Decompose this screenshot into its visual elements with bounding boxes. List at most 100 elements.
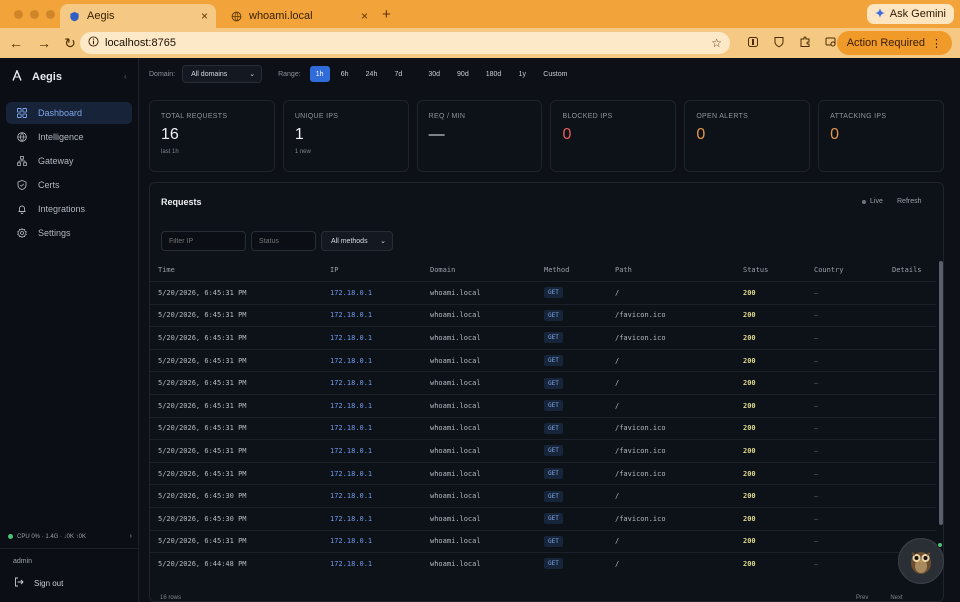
cell-time[interactable]: 5/20/2026, 6:45:31 PM xyxy=(150,311,330,319)
column-header[interactable]: Details xyxy=(892,266,936,274)
filter-ip-input[interactable] xyxy=(161,231,246,251)
range-custom-button[interactable]: Custom xyxy=(537,66,573,82)
live-toggle[interactable]: Live xyxy=(862,198,883,205)
cell-time[interactable]: 5/20/2026, 6:44:48 PM xyxy=(150,560,330,568)
cell-ip[interactable]: 172.18.0.1 xyxy=(330,311,430,319)
cell-ip[interactable]: 172.18.0.1 xyxy=(330,515,430,523)
close-tab-icon[interactable]: × xyxy=(201,9,208,23)
table-row[interactable]: 5/20/2026, 6:45:31 PM 172.18.0.1 whoami.lo… xyxy=(150,416,936,440)
maximize-window-button[interactable] xyxy=(46,10,55,19)
action-required-button[interactable]: Action Required ⋮ xyxy=(836,31,952,55)
sidebar-item-certs[interactable]: Certs xyxy=(6,174,132,196)
table-row[interactable]: 5/20/2026, 6:45:31 PM 172.18.0.1 whoami.lo… xyxy=(150,529,936,553)
table-row[interactable]: 5/20/2026, 6:45:31 PM 172.18.0.1 whoami.lo… xyxy=(150,393,936,417)
ask-gemini-button[interactable]: Ask Gemini xyxy=(866,4,954,24)
close-tab-icon[interactable]: × xyxy=(361,9,368,23)
next-page-button[interactable]: Next xyxy=(890,595,902,601)
cell-time[interactable]: 5/20/2026, 6:45:31 PM xyxy=(150,334,330,342)
domain-select[interactable]: All domains ⌄ xyxy=(182,65,263,83)
column-header[interactable]: Domain xyxy=(430,266,544,274)
table-row[interactable]: 5/20/2026, 6:45:31 PM 172.18.0.1 whoami.lo… xyxy=(150,281,936,304)
reload-icon[interactable]: ↻ xyxy=(59,32,81,54)
range-90d-button[interactable]: 90d xyxy=(451,66,475,82)
range-7d-button[interactable]: 7d xyxy=(388,66,408,82)
cell-time[interactable]: 5/20/2026, 6:45:31 PM xyxy=(150,470,330,478)
bitwarden-extension-icon[interactable] xyxy=(770,32,788,52)
puzzle-extensions-icon[interactable] xyxy=(796,32,814,52)
status-filter-input[interactable] xyxy=(251,231,316,251)
assistant-owl-avatar[interactable] xyxy=(898,538,944,584)
column-header[interactable]: Time xyxy=(150,266,330,274)
range-180d-button[interactable]: 180d xyxy=(480,66,508,82)
address-bar[interactable]: localhost:8765 ☆ xyxy=(80,32,730,54)
prev-page-button[interactable]: Prev xyxy=(856,595,868,601)
sidebar-item-intelligence[interactable]: Intelligence xyxy=(6,126,132,148)
browser-tab-whoami[interactable]: whoami.local × xyxy=(222,4,376,28)
method-select[interactable]: All methods ⌄ xyxy=(321,231,393,251)
collapse-sidebar-icon[interactable]: ‹ xyxy=(124,72,127,81)
cell-time[interactable]: 5/20/2026, 6:45:31 PM xyxy=(150,357,330,365)
window-controls xyxy=(14,10,55,19)
bookmark-star-icon[interactable]: ☆ xyxy=(711,36,722,50)
table-row[interactable]: 5/20/2026, 6:45:31 PM 172.18.0.1 whoami.lo… xyxy=(150,461,936,485)
site-info-icon[interactable] xyxy=(88,36,99,50)
browser-tab-aegis[interactable]: Aegis × xyxy=(60,4,216,28)
table-row[interactable]: 5/20/2026, 6:44:48 PM 172.18.0.1 whoami.lo… xyxy=(150,552,936,575)
sidebar-item-gateway[interactable]: Gateway xyxy=(6,150,132,172)
table-row[interactable]: 5/20/2026, 6:45:31 PM 172.18.0.1 whoami.lo… xyxy=(150,371,936,394)
cell-ip[interactable]: 172.18.0.1 xyxy=(330,334,430,342)
cell-time[interactable]: 5/20/2026, 6:45:30 PM xyxy=(150,492,330,500)
table-row[interactable]: 5/20/2026, 6:45:31 PM 172.18.0.1 whoami.lo… xyxy=(150,348,936,372)
cell-ip[interactable]: 172.18.0.1 xyxy=(330,424,430,432)
range-1h-button[interactable]: 1h xyxy=(309,66,330,82)
cell-time[interactable]: 5/20/2026, 6:45:31 PM xyxy=(150,537,330,545)
cell-time[interactable]: 5/20/2026, 6:45:31 PM xyxy=(150,379,330,387)
cell-ip[interactable]: 172.18.0.1 xyxy=(330,402,430,410)
column-header[interactable]: Path xyxy=(615,266,743,274)
cell-time[interactable]: 5/20/2026, 6:45:30 PM xyxy=(150,515,330,523)
cell-ip[interactable]: 172.18.0.1 xyxy=(330,379,430,387)
cell-ip[interactable]: 172.18.0.1 xyxy=(330,447,430,455)
cell-time[interactable]: 5/20/2026, 6:45:31 PM xyxy=(150,447,330,455)
url-text[interactable]: localhost:8765 xyxy=(105,37,176,49)
sidebar-item-integrations[interactable]: Integrations xyxy=(6,198,132,220)
table-row[interactable]: 5/20/2026, 6:45:30 PM 172.18.0.1 whoami.lo… xyxy=(150,484,936,507)
refresh-button[interactable]: Refresh xyxy=(897,198,922,205)
cell-ip[interactable]: 172.18.0.1 xyxy=(330,470,430,478)
table-row[interactable]: 5/20/2026, 6:45:31 PM 172.18.0.1 whoami.lo… xyxy=(150,439,936,462)
cell-time[interactable]: 5/20/2026, 6:45:31 PM xyxy=(150,402,330,410)
column-header[interactable]: IP xyxy=(330,266,430,274)
close-window-button[interactable] xyxy=(14,10,23,19)
cell-time[interactable]: 5/20/2026, 6:45:31 PM xyxy=(150,289,330,297)
cell-ip[interactable]: 172.18.0.1 xyxy=(330,357,430,365)
table-row[interactable]: 5/20/2026, 6:45:31 PM 172.18.0.1 whoami.lo… xyxy=(150,303,936,327)
brand[interactable]: Aegis xyxy=(12,68,62,84)
column-header[interactable]: Status xyxy=(743,266,814,274)
sidebar-item-dashboard[interactable]: Dashboard xyxy=(6,102,132,124)
back-arrow-icon[interactable]: ← xyxy=(5,32,27,54)
sign-out-button[interactable]: Sign out xyxy=(14,577,63,589)
column-header[interactable]: Method xyxy=(544,266,615,274)
cell-ip[interactable]: 172.18.0.1 xyxy=(330,492,430,500)
range-1y-button[interactable]: 1y xyxy=(512,66,532,82)
sidebar-item-settings[interactable]: Settings xyxy=(6,222,132,244)
table-row[interactable]: 5/20/2026, 6:45:30 PM 172.18.0.1 whoami.lo… xyxy=(150,506,936,530)
forward-arrow-icon[interactable]: → xyxy=(33,32,55,54)
column-header[interactable]: Country xyxy=(814,266,892,274)
table-scrollbar[interactable] xyxy=(939,261,943,525)
range-30d-button[interactable]: 30d xyxy=(422,66,446,82)
cell-ip[interactable]: 172.18.0.1 xyxy=(330,560,430,568)
system-status[interactable]: CPU 0% · 1.4G · ↓0K ↑0K › xyxy=(8,533,132,540)
cell-time[interactable]: 5/20/2026, 6:45:31 PM xyxy=(150,424,330,432)
minimize-window-button[interactable] xyxy=(30,10,39,19)
range-6h-button[interactable]: 6h xyxy=(335,66,355,82)
cell-country: — xyxy=(814,514,819,523)
new-tab-button[interactable]: + xyxy=(382,6,391,23)
action-required-label: Action Required xyxy=(846,37,925,49)
cell-domain: whoami.local xyxy=(430,537,481,546)
range-24h-button[interactable]: 24h xyxy=(360,66,384,82)
cell-ip[interactable]: 172.18.0.1 xyxy=(330,289,430,297)
extension-icon[interactable] xyxy=(744,32,762,52)
table-row[interactable]: 5/20/2026, 6:45:31 PM 172.18.0.1 whoami.lo… xyxy=(150,326,936,349)
cell-ip[interactable]: 172.18.0.1 xyxy=(330,537,430,545)
